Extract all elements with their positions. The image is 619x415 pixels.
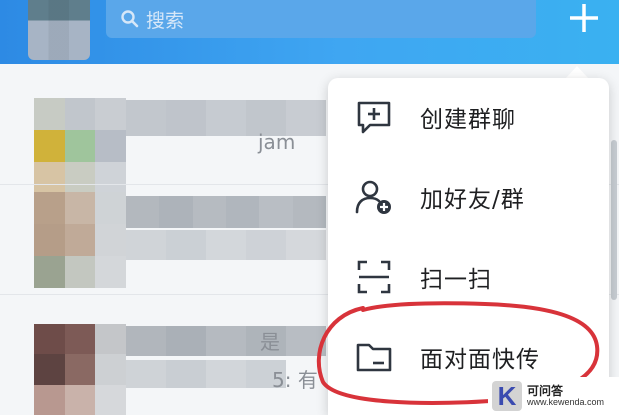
chat-preview-blurred [126, 230, 326, 260]
chat-avatar[interactable] [34, 192, 126, 288]
menu-item-add-friend[interactable]: 加好友/群 [328, 158, 609, 236]
chat-preview-text: jam [258, 130, 296, 154]
menu-item-label: 创建群聊 [420, 107, 516, 133]
user-add-icon [355, 180, 391, 214]
search-icon [121, 10, 139, 28]
chat-preview-blurred [126, 360, 286, 388]
chat-avatar[interactable] [34, 98, 126, 194]
menu-item-label: 扫一扫 [420, 267, 492, 293]
scan-icon [357, 260, 391, 294]
search-placeholder: 搜索 [146, 9, 185, 32]
chat-name-text: 是 [260, 330, 280, 354]
search-bar[interactable]: 搜索 [106, 0, 536, 38]
user-avatar[interactable] [28, 0, 90, 60]
chat-name-blurred [126, 326, 326, 356]
watermark: K 可问答 www.kewenda.com [488, 377, 619, 415]
chat-preview-blurred [126, 100, 326, 136]
chat-avatar[interactable] [34, 324, 126, 415]
menu-item-create-group[interactable]: 创建群聊 [328, 78, 609, 156]
message-plus-icon [357, 101, 391, 134]
watermark-title: 可问答 [527, 383, 564, 398]
add-button[interactable] [560, 0, 608, 40]
plus-icon [570, 4, 598, 32]
menu-item-label: 加好友/群 [420, 187, 525, 213]
chat-name-blurred [126, 196, 326, 228]
scrollbar[interactable] [611, 140, 617, 300]
watermark-url: www.kewenda.com [527, 396, 605, 407]
watermark-logo: K [492, 381, 522, 411]
